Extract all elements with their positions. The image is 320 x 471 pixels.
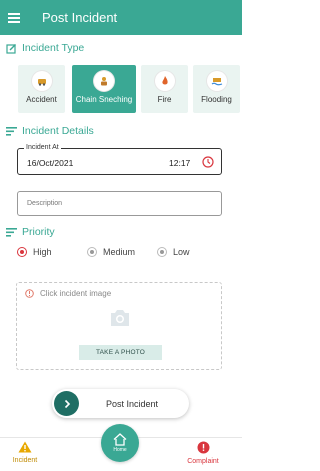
post-incident-button[interactable]: Post Incident: [52, 389, 189, 418]
incident-image-area[interactable]: Click incident image TAKE A PHOTO: [16, 282, 222, 370]
priority-heading: Priority: [6, 226, 55, 238]
alert-icon: [197, 441, 209, 454]
incident-details-heading: Incident Details: [6, 125, 94, 137]
incident-type-fire[interactable]: Fire: [141, 65, 188, 113]
details-lines-icon: [6, 126, 17, 136]
radio-unselected[interactable]: [157, 247, 167, 257]
priority-option-high[interactable]: High: [17, 247, 52, 257]
priority-option-medium[interactable]: Medium: [87, 247, 135, 257]
priority-lines-icon: [6, 227, 17, 237]
incident-type-heading: Incident Type: [6, 42, 84, 54]
image-hint: Click incident image: [25, 289, 111, 298]
page-title: Post Incident: [42, 10, 118, 25]
warning-icon: [18, 441, 32, 453]
radio-selected[interactable]: [17, 247, 27, 257]
incident-type-flooding[interactable]: Flooding: [193, 65, 240, 113]
post-incident-label: Post Incident: [106, 398, 159, 409]
app-bar: Post Incident: [0, 0, 242, 35]
clock-icon[interactable]: [202, 156, 214, 168]
priority-option-low[interactable]: Low: [157, 247, 190, 257]
incident-date[interactable]: 16/Oct/2021: [27, 158, 73, 168]
chevron-right-icon: [54, 391, 79, 416]
camera-icon: [111, 310, 129, 326]
info-icon: [25, 289, 34, 298]
nav-home-button[interactable]: Home: [101, 424, 139, 462]
radio-unselected[interactable]: [87, 247, 97, 257]
incident-time[interactable]: 12:17: [169, 158, 190, 168]
nav-complaint[interactable]: Complaint: [175, 441, 231, 465]
incident-type-list: Accident Chain Sneching Fire Flooding: [18, 65, 242, 113]
edit-icon: [6, 43, 16, 54]
incident-at-legend: Incident At: [24, 144, 61, 151]
flood-icon: [206, 71, 227, 91]
nav-incident[interactable]: Incident: [0, 441, 50, 464]
home-icon: [113, 433, 127, 446]
incident-at-field[interactable]: Incident At 16/Oct/2021 12:17: [17, 144, 222, 175]
take-photo-button[interactable]: TAKE A PHOTO: [79, 345, 162, 360]
description-placeholder: Description: [27, 200, 63, 207]
incident-type-accident[interactable]: Accident: [18, 65, 65, 113]
accident-icon: [31, 71, 52, 91]
incident-type-chain-sneching[interactable]: Chain Sneching: [72, 65, 136, 113]
description-field[interactable]: Description: [17, 191, 222, 216]
hamburger-menu-icon[interactable]: [8, 12, 20, 23]
chain-snatching-icon: [94, 71, 114, 91]
fire-icon: [154, 71, 175, 91]
